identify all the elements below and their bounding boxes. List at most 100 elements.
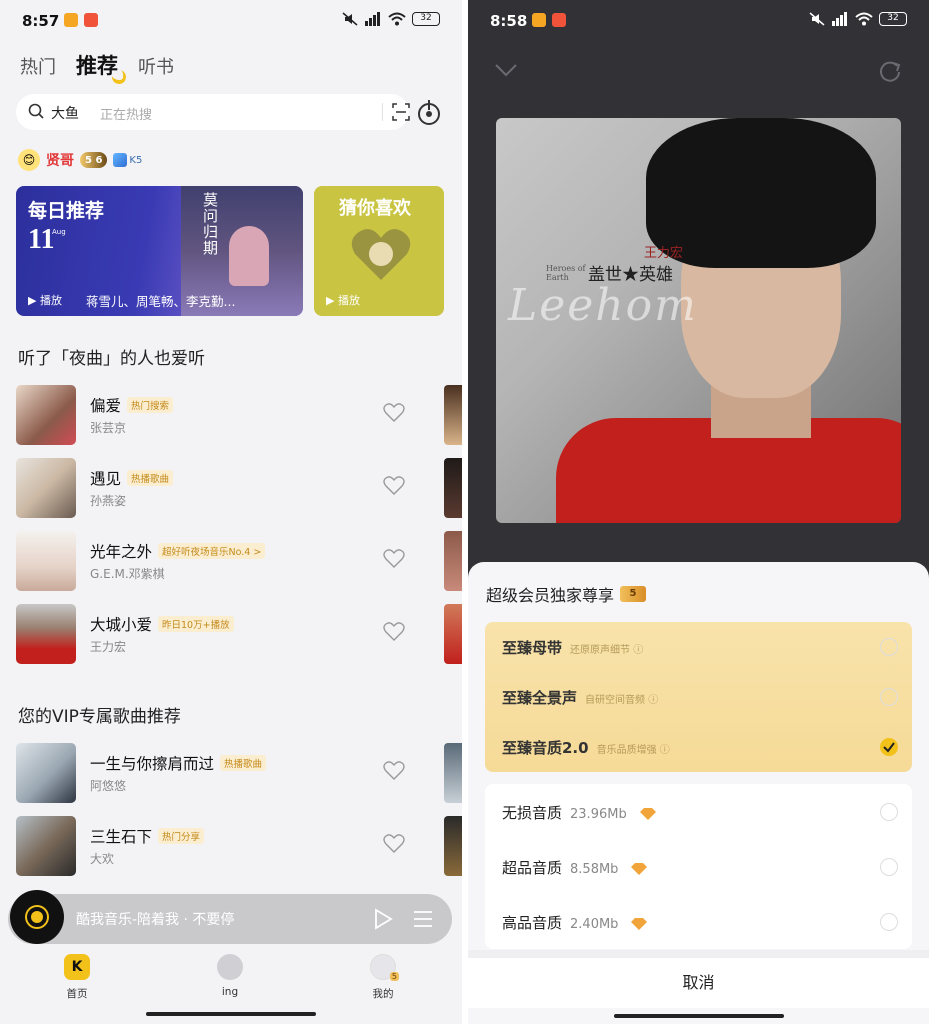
radio-button[interactable] — [880, 858, 898, 876]
tab-hot[interactable]: 热门 — [20, 53, 56, 79]
song-artist: 孙燕姿 — [90, 494, 127, 508]
next-page-peek — [444, 604, 462, 664]
heart-icon[interactable] — [383, 622, 405, 642]
song-title-line: 大城小爱 昨日10万+播放 — [90, 613, 234, 635]
quality-option-hifi2[interactable]: 至臻音质2.0 音乐品质增强 ⓘ — [485, 722, 912, 772]
top-tabs: 热门 推荐 听书 — [20, 50, 174, 86]
mini-player[interactable]: 酷我音乐-陪着我 · 不要停 — [8, 890, 452, 944]
album-script-text: Leehom — [508, 280, 698, 331]
pixel-heart-icon — [351, 229, 411, 280]
radio-button[interactable] — [880, 638, 898, 656]
playlist-icon[interactable] — [412, 909, 434, 929]
status-time: 8:57 — [22, 12, 60, 30]
nav-ing[interactable]: ing — [195, 954, 265, 998]
notification-icon — [84, 13, 98, 27]
heart-icon[interactable] — [383, 761, 405, 781]
daily-recommend-card[interactable]: 莫问归期 每日推荐 11 Aug ▶ 播放 蒋雪儿、周笔畅、李克勤... — [16, 186, 303, 316]
song-title: 遇见 — [90, 470, 122, 488]
quality-label: 至臻母带 还原原声细节 ⓘ — [502, 637, 643, 658]
daily-title: 每日推荐 — [28, 200, 105, 222]
heart-icon[interactable] — [383, 549, 405, 569]
quality-label: 高品音质 2.40Mb — [502, 912, 648, 933]
tab-recommend[interactable]: 推荐 — [76, 50, 128, 86]
cancel-button[interactable]: 取消 — [468, 950, 929, 1008]
song-cover — [16, 385, 76, 445]
song-row[interactable]: 偏爱 热门搜索 张芸京 — [16, 385, 446, 445]
sheet-title-text: 超级会员独家尊享 — [486, 586, 615, 605]
radio-button[interactable] — [880, 913, 898, 931]
song-row[interactable]: 一生与你擦肩而过 热播歌曲 阿悠悠 — [16, 743, 446, 803]
mini-player-disc[interactable] — [10, 890, 64, 944]
quality-option-high[interactable]: 高品音质 2.40Mb — [485, 894, 912, 949]
quality-option-master[interactable]: 至臻母带 还原原声细节 ⓘ — [485, 622, 912, 672]
song-row[interactable]: 三生石下 热门分享 大欢 — [16, 816, 446, 876]
radio-button[interactable] — [880, 803, 898, 821]
username: 贤哥 — [46, 153, 74, 169]
album-title: 盖世★英雄 — [588, 265, 673, 285]
daily-day: 11 — [28, 224, 55, 255]
cover-text: 莫问归期 — [203, 191, 219, 257]
daily-artists: 蒋雪儿、周笔畅、李克勤... — [86, 294, 236, 309]
search-bar[interactable]: 大鱼 正在热搜 — [16, 94, 410, 130]
user-line[interactable]: 😊 贤哥 5 6 K5 — [18, 148, 142, 172]
song-tag[interactable]: 超好听夜场音乐No.4 > — [158, 543, 266, 559]
bottom-nav: K 首页 ing 5 我的 — [0, 946, 462, 1024]
vip-badge: 5 6 — [80, 152, 108, 168]
quality-name: 至臻母带 — [502, 639, 563, 657]
song-row[interactable]: 遇见 热播歌曲 孙燕姿 — [16, 458, 446, 518]
section-title-also-like: 听了「夜曲」的人也爱听 — [18, 349, 205, 369]
quality-option-atmos[interactable]: 至臻全景声 自研空间音频 ⓘ — [485, 672, 912, 722]
song-title-line: 偏爱 热门搜索 — [90, 394, 174, 416]
search-hint: 正在热搜 — [100, 108, 153, 123]
share-icon[interactable] — [878, 60, 902, 84]
tab-audiobook[interactable]: 听书 — [138, 53, 174, 79]
song-title-line: 遇见 热播歌曲 — [90, 467, 174, 489]
song-row[interactable]: 光年之外 超好听夜场音乐No.4 > G.E.M.邓紫棋 — [16, 531, 446, 591]
radio-button[interactable] — [880, 688, 898, 706]
heart-icon[interactable] — [383, 403, 405, 423]
cover-figure — [229, 226, 269, 286]
profile-avatar: 5 — [370, 954, 399, 981]
guess-play-button[interactable]: ▶ 播放 — [326, 292, 360, 308]
album-english-title: Heroes of Earth — [546, 264, 586, 282]
vip-days: 6 — [95, 154, 103, 166]
guess-you-like-card[interactable]: 猜你喜欢 ▶ 播放 — [314, 186, 444, 316]
song-cover — [16, 458, 76, 518]
home-indicator — [146, 1012, 316, 1016]
radio-button-checked[interactable] — [880, 738, 898, 756]
quality-name: 至臻音质2.0 — [502, 739, 589, 757]
song-title: 一生与你擦肩而过 — [90, 755, 215, 773]
heart-icon[interactable] — [383, 476, 405, 496]
status-icons: 32 — [809, 12, 907, 26]
quality-size: 23.96Mb — [570, 807, 627, 822]
k-level: K5 — [129, 154, 143, 166]
song-artist: 大欢 — [90, 852, 115, 866]
heart-icon[interactable] — [383, 834, 405, 854]
scan-icon[interactable] — [392, 103, 410, 121]
song-title: 三生石下 — [90, 828, 153, 846]
nav-mine[interactable]: 5 我的 — [348, 954, 418, 1001]
song-tag: 热门搜索 — [127, 397, 174, 413]
wifi-icon — [388, 12, 406, 26]
disc-icon — [27, 907, 47, 927]
song-cover — [16, 743, 76, 803]
standard-quality-group: 无损音质 23.96Mb 超品音质 8.58Mb 高品音质 2.40Mb — [485, 784, 912, 949]
listen-recognize-icon[interactable] — [417, 98, 443, 128]
home-icon: K — [64, 954, 90, 980]
signal-icon — [832, 12, 847, 26]
quality-option-super[interactable]: 超品音质 8.58Mb — [485, 839, 912, 894]
play-icon[interactable] — [373, 908, 393, 930]
search-icon — [28, 103, 44, 119]
quality-name: 高品音质 — [502, 914, 563, 932]
vip-level: 5 — [85, 154, 92, 166]
vip-level-badge: 5 — [620, 586, 647, 602]
vip-badge: 5 — [389, 972, 399, 981]
chevron-down-icon[interactable] — [494, 62, 518, 78]
song-row[interactable]: 大城小爱 昨日10万+播放 王力宏 — [16, 604, 446, 664]
nav-home[interactable]: K 首页 — [42, 954, 112, 1001]
quality-size: 8.58Mb — [570, 862, 619, 877]
mute-icon — [809, 12, 825, 26]
next-page-peek — [444, 531, 462, 591]
quality-option-lossless[interactable]: 无损音质 23.96Mb — [485, 784, 912, 839]
daily-play-button[interactable]: ▶ 播放 — [28, 292, 62, 308]
